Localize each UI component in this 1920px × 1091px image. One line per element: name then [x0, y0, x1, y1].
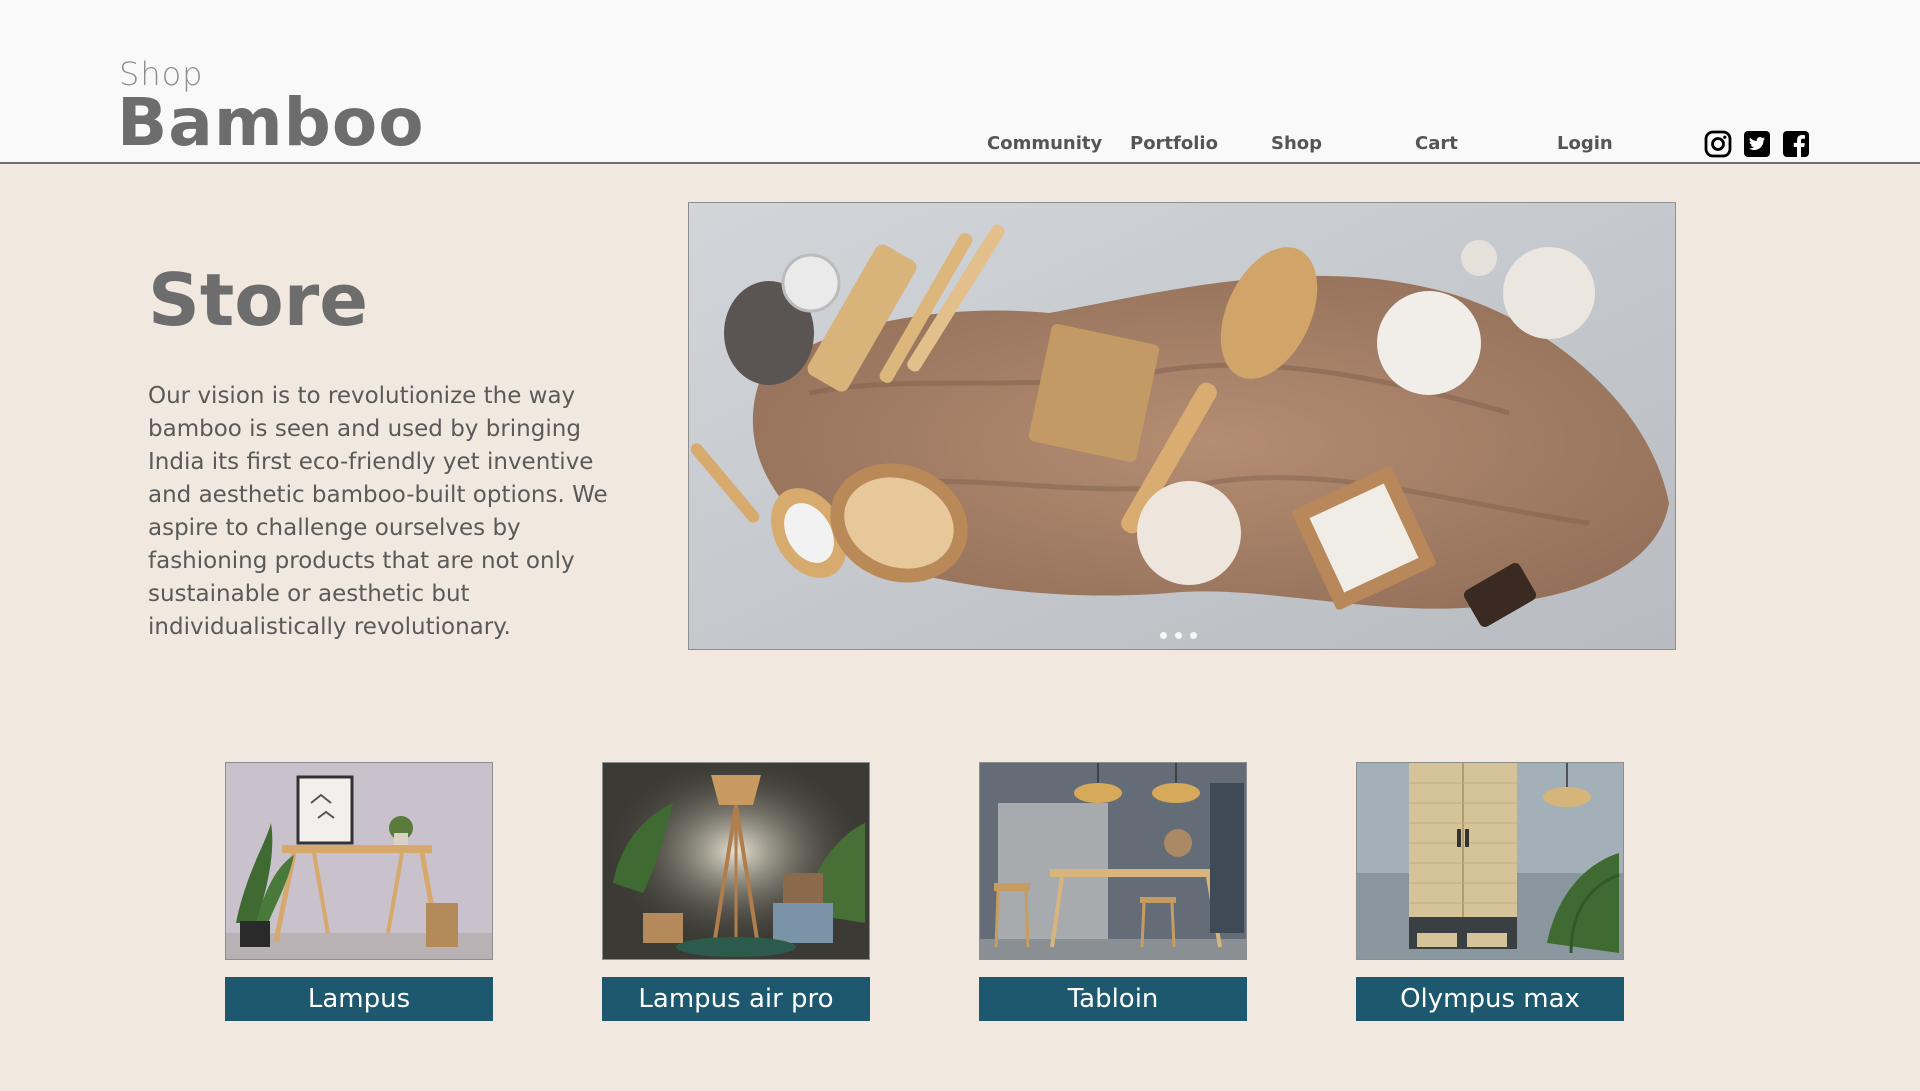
- product-image-olympus-max[interactable]: [1356, 762, 1624, 960]
- product-image-tabloin[interactable]: [979, 762, 1247, 960]
- carousel-dot[interactable]: [1160, 632, 1167, 639]
- product-label-tabloin[interactable]: Tabloin: [979, 977, 1247, 1021]
- nav-cart[interactable]: Cart: [1415, 133, 1458, 154]
- twitter-icon[interactable]: [1743, 130, 1771, 158]
- nav-community[interactable]: Community: [987, 133, 1102, 154]
- product-image-lampus[interactable]: [225, 762, 493, 960]
- page-title: Store: [148, 258, 369, 342]
- hero-carousel-image[interactable]: [688, 202, 1676, 650]
- product-label-lampus-air-pro[interactable]: Lampus air pro: [602, 977, 870, 1021]
- store-description: Our vision is to revolutionize the way b…: [148, 383, 608, 640]
- logo-bamboo-text[interactable]: Bamboo: [117, 84, 425, 161]
- nav-login[interactable]: Login: [1557, 133, 1613, 154]
- product-label-olympus-max[interactable]: Olympus max: [1356, 977, 1624, 1021]
- site-header: Shop Bamboo Community Portfolio Shop Car…: [0, 0, 1920, 164]
- carousel-dots: [1160, 632, 1197, 639]
- carousel-dot[interactable]: [1190, 632, 1197, 639]
- instagram-icon[interactable]: [1704, 130, 1732, 158]
- carousel-dot[interactable]: [1175, 632, 1182, 639]
- nav-shop[interactable]: Shop: [1271, 133, 1322, 154]
- product-label-lampus[interactable]: Lampus: [225, 977, 493, 1021]
- product-image-lampus-air-pro[interactable]: [602, 762, 870, 960]
- facebook-icon[interactable]: [1782, 130, 1810, 158]
- nav-portfolio[interactable]: Portfolio: [1130, 133, 1218, 154]
